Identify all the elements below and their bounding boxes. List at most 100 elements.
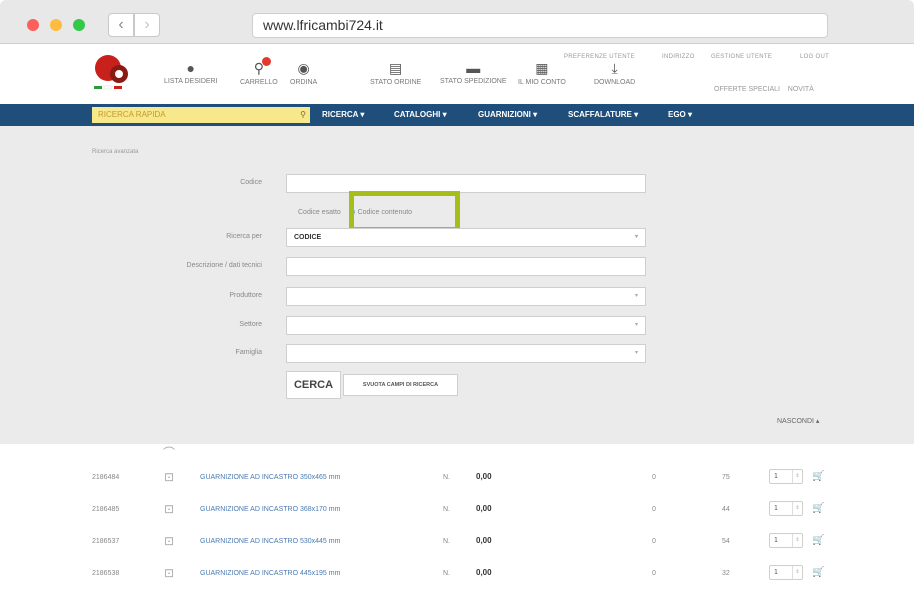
logout-link[interactable]: LOG OUT xyxy=(800,54,829,60)
main-nav: RICERCA RAPIDA ⚲ RICERCA ▾ CATALOGHI ▾ G… xyxy=(0,104,914,126)
nav-item-guarnizioni[interactable]: GUARNIZIONI ▾ xyxy=(478,107,537,123)
address-link[interactable]: INDIRIZZO xyxy=(662,54,695,60)
radio-codice-esatto[interactable]: Codice esatto xyxy=(298,209,341,216)
unit: N. xyxy=(443,570,450,577)
product-thumbnail[interactable]: ⊡ xyxy=(158,564,180,582)
stepper-arrows-icon[interactable]: ⇕ xyxy=(792,534,802,547)
price: 0,00 xyxy=(476,536,492,545)
nav-item-cataloghi[interactable]: CATALOGHI ▾ xyxy=(394,107,447,123)
availability: 0 xyxy=(652,538,656,545)
quantity-stepper[interactable]: 1 ⇕ xyxy=(769,469,803,484)
stock: 75 xyxy=(722,474,730,481)
product-code: 2186485 xyxy=(92,506,120,513)
chevron-up-icon: ▴ xyxy=(815,418,820,425)
product-description-link[interactable]: GUARNIZIONE AD INCASTRO 445x195 mm xyxy=(200,569,340,579)
availability: 0 xyxy=(652,506,656,513)
nav-item-ego[interactable]: EGO ▾ xyxy=(668,107,692,123)
ricerca-per-label: Ricerca per xyxy=(226,233,262,240)
truck-icon: ▬ xyxy=(466,60,481,76)
site-logo[interactable] xyxy=(92,52,132,92)
stepper-arrows-icon[interactable]: ⇕ xyxy=(792,502,802,515)
quantity-stepper[interactable]: 1 ⇕ xyxy=(769,501,803,516)
product-thumbnail[interactable]: ⌒ xyxy=(158,444,180,462)
produttore-select[interactable]: ▾ xyxy=(286,287,646,306)
chevron-down-icon: ▾ xyxy=(634,293,638,299)
order-status-link[interactable]: ▤ STATO ORDINE xyxy=(370,60,421,86)
header-right-links: OFFERTE SPECIALI NOVITÀ xyxy=(714,86,814,93)
add-to-cart-icon[interactable]: 🛒 xyxy=(812,535,824,546)
order-link[interactable]: ◉ ORDINA xyxy=(290,60,317,86)
shipping-status-link[interactable]: ▬ STATO SPEDIZIONE xyxy=(440,60,507,85)
wishlist-link[interactable]: ● LISTA DESIDERI xyxy=(164,60,218,85)
search-icon[interactable]: ⚲ xyxy=(296,107,310,123)
descrizione-label: Descrizione / dati tecnici xyxy=(186,262,262,269)
browser-window: ‹ › www.lfricambi724.it ● LISTA DESIDERI… xyxy=(0,0,914,591)
add-to-cart-icon[interactable]: 🛒 xyxy=(812,567,824,578)
codice-input[interactable] xyxy=(286,174,646,193)
famiglia-select[interactable]: ▾ xyxy=(286,344,646,363)
quantity-stepper[interactable]: 1 ⇕ xyxy=(769,533,803,548)
product-code: 2186484 xyxy=(92,474,120,481)
cart-icon: ⚲ xyxy=(253,60,264,76)
calendar-icon: ▦ xyxy=(535,60,549,76)
table-row: 2186484 ⊡ GUARNIZIONE AD INCASTRO 350x46… xyxy=(0,464,914,492)
download-icon: ⤓ xyxy=(611,60,618,76)
product-description-link[interactable]: GUARNIZIONE AD INCASTRO 350x465 mm xyxy=(200,473,340,483)
user-preferences-link[interactable]: PREFERENZE UTENTE xyxy=(564,54,635,60)
clipboard-icon: ▤ xyxy=(389,60,403,76)
user-management-link[interactable]: GESTIONE UTENTE xyxy=(711,54,772,60)
news-link[interactable]: NOVITÀ xyxy=(788,86,814,93)
table-row: 2186537 ⊡ GUARNIZIONE AD INCASTRO 530x44… xyxy=(0,528,914,556)
add-to-cart-icon[interactable]: 🛒 xyxy=(812,471,824,482)
descrizione-input[interactable] xyxy=(286,257,646,276)
highlight-box xyxy=(349,191,460,232)
product-thumbnail[interactable]: ⊡ xyxy=(158,500,180,518)
table-row: 2186538 ⊡ GUARNIZIONE AD INCASTRO 445x19… xyxy=(0,560,914,588)
product-description-link[interactable]: GUARNIZIONE AD INCASTRO 530x445 mm xyxy=(200,537,340,547)
chevron-right-icon: › xyxy=(144,16,150,33)
stock: 32 xyxy=(722,570,730,577)
browser-toolbar: ‹ › www.lfricambi724.it xyxy=(0,0,914,44)
address-bar[interactable]: www.lfricambi724.it xyxy=(252,13,828,38)
ricerca-per-select[interactable]: CODICE ▾ xyxy=(286,228,646,247)
stepper-arrows-icon[interactable]: ⇕ xyxy=(792,470,802,483)
my-account-link[interactable]: ▦ IL MIO CONTO xyxy=(518,60,566,86)
settore-label: Settore xyxy=(239,321,262,328)
quantity-stepper[interactable]: 1 ⇕ xyxy=(769,565,803,580)
chevron-left-icon: ‹ xyxy=(118,16,124,33)
cerca-button[interactable]: CERCA xyxy=(286,371,341,399)
results-table: ⌒ 2186484 ⊡ GUARNIZIONE AD INCASTRO 350x… xyxy=(0,444,914,591)
chevron-down-icon: ▾ xyxy=(634,234,638,240)
product-code: 2186537 xyxy=(92,538,120,545)
unit: N. xyxy=(443,474,450,481)
product-thumbnail[interactable]: ⊡ xyxy=(158,532,180,550)
back-button[interactable]: ‹ xyxy=(108,13,134,37)
order-icon: ◉ xyxy=(297,60,310,76)
circle-icon: ● xyxy=(186,60,196,76)
nav-item-ricerca[interactable]: RICERCA ▾ xyxy=(322,107,364,123)
nav-item-scaffalature[interactable]: SCAFFALATURE ▾ xyxy=(568,107,638,123)
chevron-down-icon: ▾ xyxy=(634,322,638,328)
product-description-link[interactable]: GUARNIZIONE AD INCASTRO 368x170 mm xyxy=(200,505,340,515)
produttore-label: Produttore xyxy=(229,292,262,299)
special-offers-link[interactable]: OFFERTE SPECIALI xyxy=(714,86,780,93)
famiglia-label: Famiglia xyxy=(235,349,262,356)
advanced-search-panel: Ricerca avanzata Codice Codice esatto Co… xyxy=(0,126,914,444)
quick-search-input[interactable]: RICERCA RAPIDA xyxy=(92,107,310,123)
close-window-button[interactable] xyxy=(27,19,39,31)
table-row: 2186485 ⊡ GUARNIZIONE AD INCASTRO 368x17… xyxy=(0,496,914,524)
product-thumbnail[interactable]: ⊡ xyxy=(158,468,180,486)
maximize-window-button[interactable] xyxy=(73,19,85,31)
cart-count-badge xyxy=(262,57,271,66)
forward-button[interactable]: › xyxy=(134,13,160,37)
stepper-arrows-icon[interactable]: ⇕ xyxy=(792,566,802,579)
cart-link[interactable]: ⚲ CARRELLO xyxy=(240,60,278,86)
download-link[interactable]: ⤓ DOWNLOAD xyxy=(594,60,635,86)
chevron-down-icon: ▾ xyxy=(634,350,638,356)
settore-select[interactable]: ▾ xyxy=(286,316,646,335)
hide-toggle[interactable]: NASCONDI ▴ xyxy=(777,417,819,425)
clear-fields-button[interactable]: SVUOTA CAMPI DI RICERCA xyxy=(343,374,458,396)
price: 0,00 xyxy=(476,472,492,481)
add-to-cart-icon[interactable]: 🛒 xyxy=(812,503,824,514)
minimize-window-button[interactable] xyxy=(50,19,62,31)
